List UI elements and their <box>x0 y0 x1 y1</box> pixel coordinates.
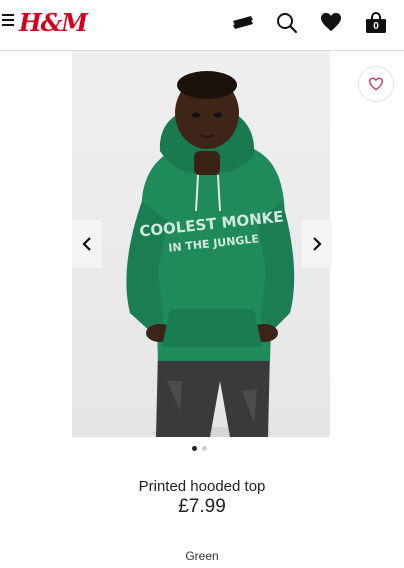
brand-logo[interactable]: H&M <box>19 8 88 37</box>
add-to-favorites-button[interactable] <box>358 66 394 102</box>
product-photo: COOLEST MONKE IN THE JUNGLE <box>72 51 330 437</box>
favorite-heart-icon <box>368 77 384 91</box>
next-image-button[interactable] <box>302 220 332 268</box>
product-color: Green <box>185 549 219 563</box>
bag-icon[interactable]: 0 <box>365 12 387 39</box>
carousel-indicator <box>192 446 207 451</box>
menu-icon[interactable] <box>2 14 14 27</box>
heart-icon[interactable] <box>320 12 342 37</box>
card-icon[interactable] <box>232 15 254 36</box>
product-price: £7.99 <box>178 496 226 517</box>
prev-image-button[interactable] <box>72 220 102 268</box>
carousel-dot-active[interactable] <box>192 446 197 451</box>
bag-count: 0 <box>373 21 379 32</box>
product-image[interactable]: COOLEST MONKE IN THE JUNGLE <box>72 51 330 437</box>
search-icon[interactable] <box>276 12 298 39</box>
chevron-left-icon <box>82 237 91 251</box>
product-title: Printed hooded top <box>138 478 266 495</box>
carousel-dot[interactable] <box>202 446 207 451</box>
chevron-right-icon <box>313 237 322 251</box>
top-nav: H&M 0 <box>0 0 404 51</box>
